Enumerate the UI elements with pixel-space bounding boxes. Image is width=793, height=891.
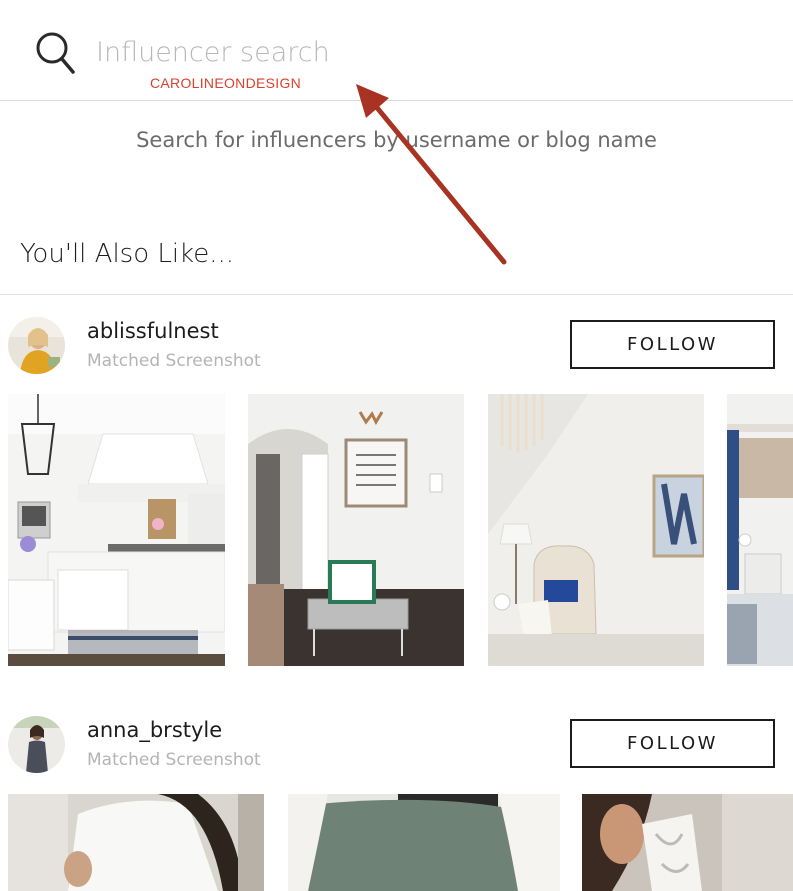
photo-bedroom[interactable]	[727, 394, 793, 666]
photo-strip	[0, 394, 793, 666]
photo-kitchen[interactable]	[8, 394, 225, 666]
follow-button[interactable]: FOLLOW	[570, 719, 775, 768]
photo-white-top[interactable]	[8, 794, 264, 891]
influencer-subtitle: Matched Screenshot	[87, 351, 261, 371]
influencer-row: anna_brstyle Matched Screenshot FOLLOW	[0, 714, 793, 784]
section-divider	[0, 294, 793, 295]
influencer-username[interactable]: ablissfulnest	[87, 319, 219, 343]
photo-living-room[interactable]	[488, 394, 704, 666]
influencer-row: ablissfulnest Matched Screenshot FOLLOW	[0, 315, 793, 385]
influencer-username[interactable]: anna_brstyle	[87, 718, 222, 742]
avatar[interactable]	[8, 716, 65, 773]
photo-green-pants[interactable]	[288, 794, 560, 891]
follow-button[interactable]: FOLLOW	[570, 320, 775, 369]
watermark-label: CAROLINEONDESIGN	[150, 75, 302, 91]
avatar[interactable]	[8, 317, 65, 374]
photo-strip	[0, 794, 793, 891]
search-bar: CAROLINEONDESIGN	[0, 0, 793, 101]
influencer-search-input[interactable]	[96, 30, 696, 74]
search-icon[interactable]	[34, 30, 78, 76]
section-title: You'll Also Like...	[20, 239, 235, 269]
photo-entryway[interactable]	[248, 394, 464, 666]
influencer-subtitle: Matched Screenshot	[87, 750, 261, 770]
search-hint: Search for influencers by username or bl…	[136, 128, 657, 152]
photo-lace-top[interactable]	[582, 794, 793, 891]
